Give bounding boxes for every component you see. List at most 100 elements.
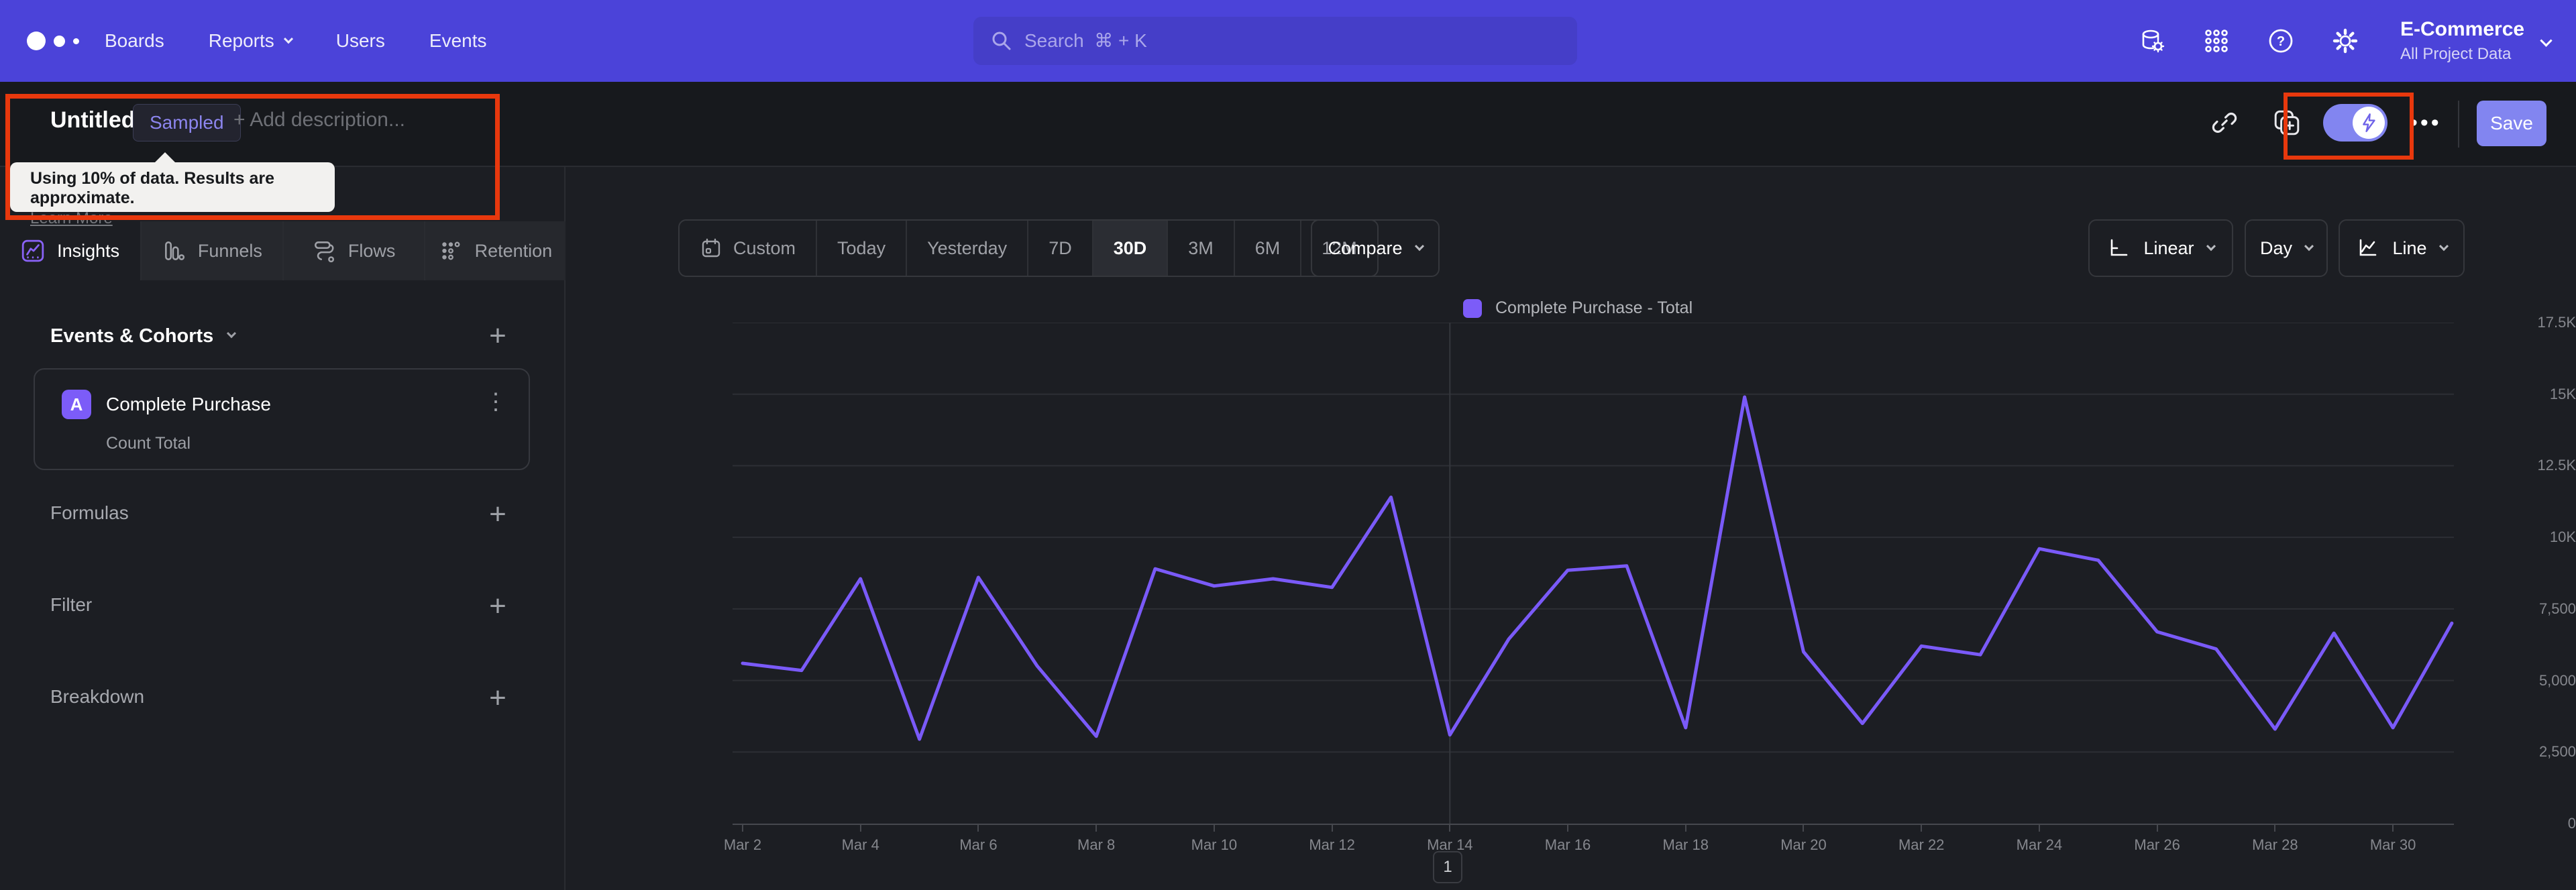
event-name[interactable]: Complete Purchase [106, 394, 271, 415]
sampling-tooltip: Using 10% of data. Results are approxima… [10, 152, 335, 227]
tab-label: Funnels [197, 240, 262, 261]
formulas-row: Formulas + [0, 494, 566, 535]
report-header-bar: Untitled Sampled + Add description... ••… [0, 82, 2576, 167]
nav-reports[interactable]: Reports [209, 30, 293, 52]
x-axis-tick [2038, 825, 2040, 832]
help-icon[interactable]: ? [2267, 27, 2294, 54]
tab-flows[interactable]: Flows [282, 221, 424, 280]
add-description-field[interactable]: + Add description... [233, 109, 405, 131]
add-breakdown-button[interactable]: + [482, 681, 514, 714]
nav-boards[interactable]: Boards [105, 30, 164, 52]
range-yesterday[interactable]: Yesterday [906, 221, 1027, 276]
logo-dot-large [27, 32, 46, 50]
tab-insights[interactable]: Insights [0, 221, 140, 280]
y-axis-label: 2,500 [2538, 743, 2576, 761]
insights-icon [21, 239, 44, 262]
interval-dropdown[interactable]: Day [2245, 219, 2328, 277]
x-axis-tick [859, 825, 861, 832]
svg-text:?: ? [2277, 34, 2285, 49]
x-axis-tick [1803, 825, 1805, 832]
chevron-down-icon [283, 34, 293, 44]
mixpanel-logo[interactable] [27, 0, 79, 82]
chart-svg [733, 323, 2454, 824]
settings-gear-icon[interactable] [2332, 27, 2359, 54]
event-letter-badge: A [62, 390, 91, 419]
toggle-knob [2353, 107, 2385, 139]
add-filter-button[interactable]: + [482, 590, 514, 622]
linear-scale-icon [2111, 239, 2128, 256]
x-axis-label: Mar 16 [1544, 836, 1591, 853]
chevron-down-icon [2438, 241, 2449, 252]
search-input[interactable] [1024, 30, 1560, 52]
x-axis-line [733, 824, 2454, 825]
scale-dropdown[interactable]: Linear [2088, 219, 2233, 277]
save-button[interactable]: Save [2477, 101, 2546, 146]
event-metric[interactable]: Count Total [106, 434, 191, 453]
workspace-scope: All Project Data [2400, 45, 2512, 63]
line-chart-plot[interactable] [733, 323, 2454, 824]
retention-icon [441, 241, 460, 260]
nav-icon-group: ? [2139, 0, 2359, 82]
events-cohorts-header[interactable]: Events & Cohorts [50, 325, 237, 347]
x-axis-tick [2392, 825, 2394, 832]
copy-link-icon[interactable] [2210, 109, 2239, 137]
x-axis-tick [1684, 825, 1686, 832]
report-title[interactable]: Untitled [50, 107, 136, 133]
x-axis-label: Mar 8 [1077, 836, 1116, 853]
range-custom[interactable]: Custom [680, 221, 816, 276]
logo-dot-small [73, 38, 79, 44]
x-axis-tick [2274, 825, 2276, 832]
tooltip-learn-more-link[interactable]: Learn More [30, 209, 113, 228]
more-options-button[interactable]: ••• [2410, 110, 2442, 136]
workspace-switcher[interactable]: E-Commerce All Project Data [2400, 0, 2553, 82]
chevron-down-icon [227, 328, 237, 338]
chart-legend[interactable]: Complete Purchase - Total [1463, 298, 1693, 318]
logo-dot-medium [54, 35, 65, 47]
nav-events[interactable]: Events [429, 30, 487, 52]
chart-panel: Custom Today Yesterday 7D 30D 3M 6M 12M … [567, 167, 2576, 890]
sampling-toggle[interactable] [2323, 104, 2387, 142]
chart-page-button[interactable]: 1 [1433, 851, 1462, 883]
y-axis-label: 0 [2567, 815, 2576, 832]
breakdown-row: Breakdown + [0, 678, 566, 718]
x-axis-label: Mar 18 [1662, 836, 1709, 853]
apps-grid-icon[interactable] [2203, 27, 2230, 54]
tab-retention[interactable]: Retention [423, 221, 566, 280]
add-to-board-icon[interactable] [2273, 109, 2301, 137]
range-7d[interactable]: 7D [1027, 221, 1092, 276]
event-kebab-menu[interactable]: ⋮ [484, 388, 507, 415]
x-axis-tick [742, 825, 743, 832]
top-nav-bar: Boards Reports Users Events Search ⌘ + K… [0, 0, 2576, 82]
legend-swatch [1463, 298, 1482, 318]
sampled-badge[interactable]: Sampled [133, 104, 241, 142]
range-today[interactable]: Today [816, 221, 906, 276]
range-6m[interactable]: 6M [1233, 221, 1301, 276]
x-axis-label: Mar 24 [2016, 836, 2063, 853]
nav-links: Boards Reports Users Events [105, 0, 487, 82]
nav-users[interactable]: Users [336, 30, 385, 52]
add-event-button[interactable]: + [482, 319, 514, 352]
x-axis-label: Mar 30 [2369, 836, 2416, 853]
global-search[interactable] [973, 17, 1577, 65]
calendar-icon [702, 238, 720, 258]
events-cohorts-label: Events & Cohorts [50, 325, 214, 347]
x-axis-tick [977, 825, 979, 832]
y-axis-label: 12.5K [2537, 457, 2576, 474]
header-divider [2458, 101, 2459, 148]
tab-label: Flows [347, 240, 396, 261]
x-axis-label: Mar 28 [2252, 836, 2298, 853]
range-3m[interactable]: 3M [1167, 221, 1234, 276]
chart-type-dropdown[interactable]: Line [2339, 219, 2465, 277]
formulas-label: Formulas [50, 502, 129, 523]
compare-button[interactable]: Compare [1311, 219, 1440, 277]
workspace-name: E-Commerce [2400, 18, 2525, 40]
event-card[interactable]: A Complete Purchase ⋮ Count Total [34, 368, 530, 470]
lightning-bolt-icon [2363, 113, 2375, 132]
data-management-icon[interactable] [2139, 27, 2165, 54]
add-formula-button[interactable]: + [482, 498, 514, 531]
filter-label: Filter [50, 594, 93, 615]
tab-funnels[interactable]: Funnels [140, 221, 282, 280]
chevron-down-icon [2540, 34, 2553, 47]
range-30d[interactable]: 30D [1091, 221, 1167, 276]
x-axis-label: Mar 2 [723, 836, 762, 853]
